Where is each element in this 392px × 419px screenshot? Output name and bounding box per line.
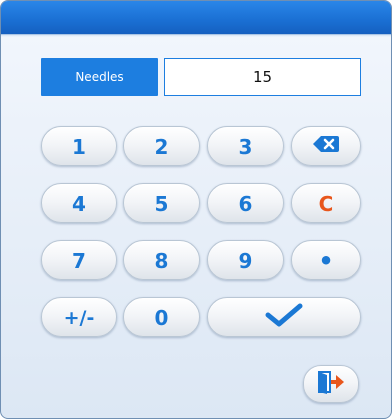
sign-toggle-label: +/- [63,307,95,329]
key-9[interactable]: 9 [207,240,284,280]
key-3[interactable]: 3 [207,126,284,166]
key-9-label: 9 [238,249,253,273]
key-3-label: 3 [238,135,253,159]
key-6-label: 6 [238,192,253,216]
decimal-point-label: • [318,247,334,275]
key-2[interactable]: 2 [123,126,200,166]
decimal-point-button[interactable]: • [291,240,361,280]
backspace-icon [312,134,340,158]
key-8-label: 8 [154,249,169,273]
key-2-label: 2 [154,135,169,159]
confirm-button[interactable] [207,297,361,337]
clear-button[interactable]: C [291,183,361,223]
key-8[interactable]: 8 [123,240,200,280]
key-6[interactable]: 6 [207,183,284,223]
clear-label: C [318,192,334,216]
key-5[interactable]: 5 [123,183,200,223]
key-0[interactable]: 0 [123,297,200,337]
key-4-label: 4 [72,192,86,216]
checkmark-icon [264,302,304,333]
key-5-label: 5 [154,192,169,216]
sign-toggle-button[interactable]: +/- [41,297,117,337]
exit-door-icon [316,370,346,398]
field-label: Needles [41,58,158,96]
backspace-button[interactable] [291,126,361,166]
key-1-label: 1 [72,135,86,159]
numeric-keypad-dialog: Needles 15 1 2 3 4 5 6 C 7 8 9 • +/- 0 [0,0,392,419]
key-4[interactable]: 4 [41,183,117,223]
exit-button[interactable] [303,365,359,403]
key-7-label: 7 [72,249,86,273]
key-7[interactable]: 7 [41,240,117,280]
key-1[interactable]: 1 [41,126,117,166]
key-0-label: 0 [154,306,169,330]
value-display[interactable]: 15 [164,58,361,96]
title-bar-shine [1,34,391,37]
title-bar [1,1,391,35]
